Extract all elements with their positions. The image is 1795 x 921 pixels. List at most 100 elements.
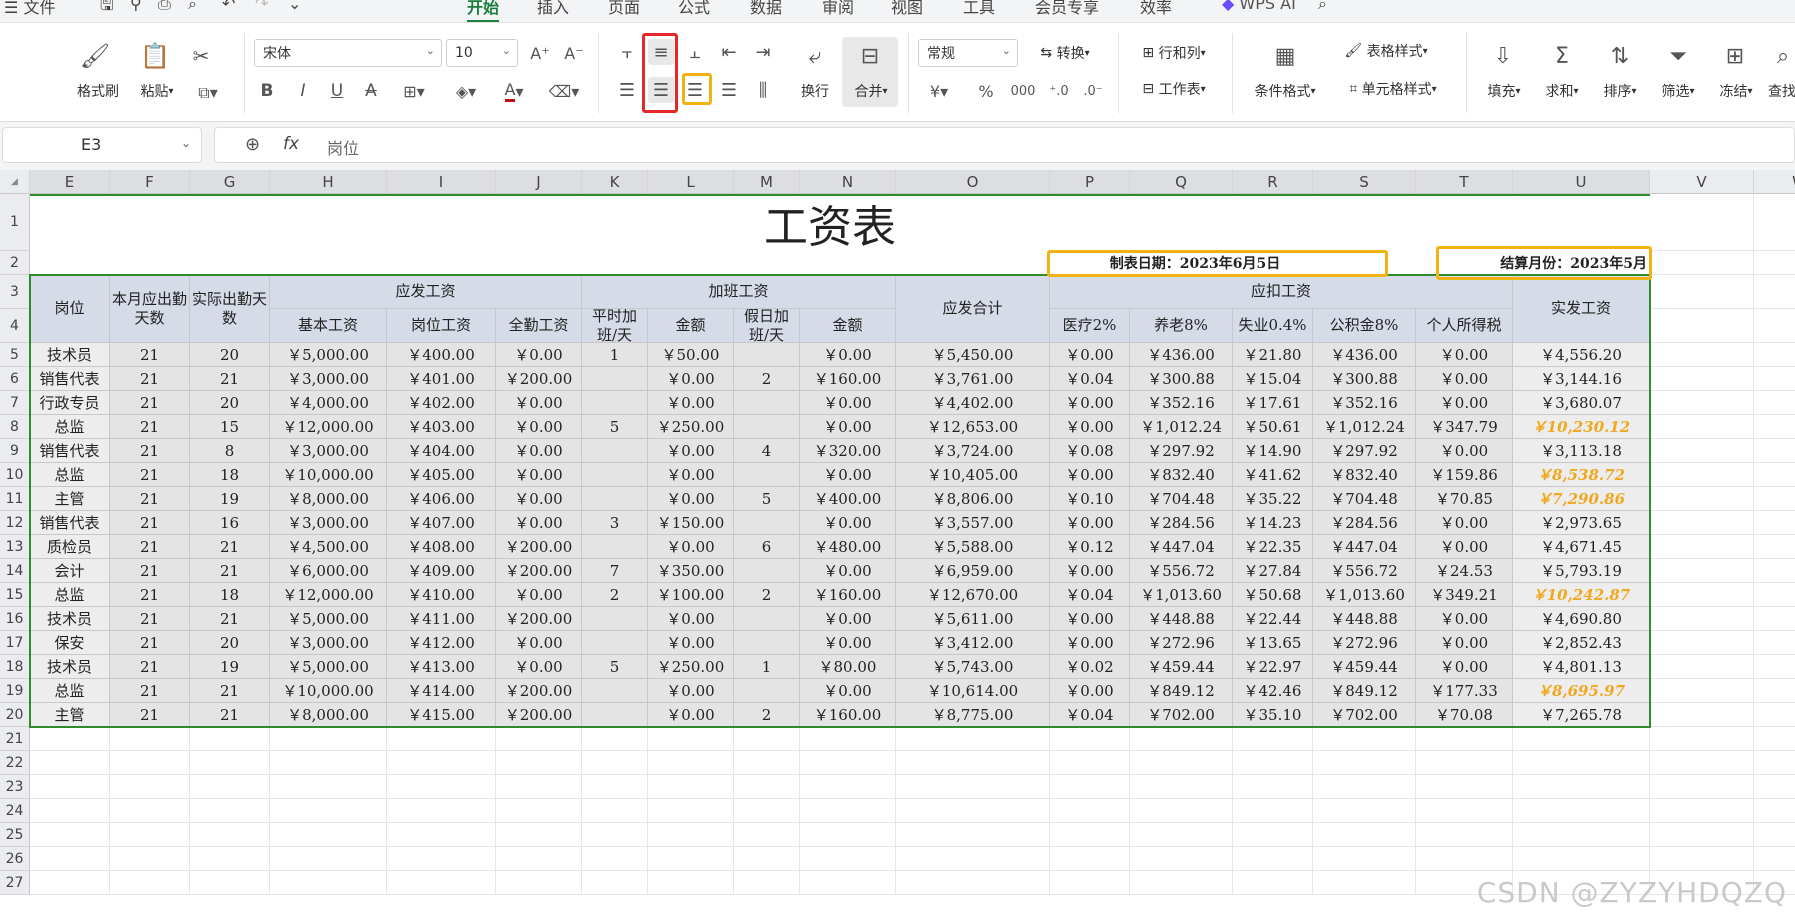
align-left-icon[interactable]: ☰: [614, 77, 640, 103]
grid-cell[interactable]: [582, 775, 648, 799]
table-cell[interactable]: ￥414.00: [387, 679, 496, 703]
fill-color-icon[interactable]: ◈▾: [448, 79, 484, 103]
table-cell[interactable]: ￥459.44: [1313, 655, 1416, 679]
font-size-select[interactable]: 10 ⌄: [446, 39, 518, 67]
table-cell[interactable]: ￥320.00: [800, 439, 896, 463]
header-housing[interactable]: 公积金8%: [1313, 309, 1416, 343]
table-cell[interactable]: ￥0.00: [1050, 631, 1130, 655]
table-cell[interactable]: ￥0.00: [496, 343, 582, 367]
header-amount-2[interactable]: 金额: [800, 309, 896, 343]
grid-cell[interactable]: [110, 775, 190, 799]
filter-icon[interactable]: ⏷: [1663, 41, 1693, 71]
grid-cell[interactable]: [270, 799, 387, 823]
grid-cell[interactable]: [270, 251, 387, 275]
grid-cell[interactable]: [582, 823, 648, 847]
table-cell[interactable]: [582, 703, 648, 727]
table-cell[interactable]: ￥2,852.43: [1513, 631, 1650, 655]
table-cell[interactable]: 20: [190, 391, 270, 415]
grid-cell[interactable]: [734, 751, 800, 775]
merge-button[interactable]: 合并 ▾: [846, 79, 896, 103]
grid-cell[interactable]: [1754, 535, 1795, 559]
table-cell[interactable]: [734, 607, 800, 631]
table-cell[interactable]: [582, 367, 648, 391]
row-header-20[interactable]: 20: [0, 703, 30, 727]
table-cell[interactable]: ￥8,538.72: [1513, 463, 1650, 487]
grid-cell[interactable]: [1754, 679, 1795, 703]
grid-cell[interactable]: [1050, 727, 1130, 751]
table-cell[interactable]: ￥22.97: [1233, 655, 1313, 679]
table-cell[interactable]: ￥401.00: [387, 367, 496, 391]
table-cell[interactable]: ￥404.00: [387, 439, 496, 463]
grid-cell[interactable]: [734, 799, 800, 823]
row-header-10[interactable]: 10: [0, 463, 30, 487]
table-cell[interactable]: ￥0.00: [648, 439, 734, 463]
table-cell[interactable]: ￥6,959.00: [896, 559, 1050, 583]
header-position[interactable]: 岗位: [30, 275, 110, 343]
wps-ai-button[interactable]: ◆ WPS AI: [1222, 0, 1296, 13]
grid-cell[interactable]: [1513, 775, 1650, 799]
sort-icon[interactable]: ⇅: [1605, 41, 1635, 71]
grid-cell[interactable]: [1233, 727, 1313, 751]
table-cell[interactable]: ￥0.00: [1050, 511, 1130, 535]
table-cell[interactable]: 6: [734, 535, 800, 559]
grid-cell[interactable]: [1754, 703, 1795, 727]
table-cell[interactable]: ￥0.00: [800, 343, 896, 367]
grid-cell[interactable]: [387, 871, 496, 895]
table-cell[interactable]: ￥1,013.60: [1130, 583, 1233, 607]
grid-cell[interactable]: [1050, 847, 1130, 871]
table-cell[interactable]: ￥406.00: [387, 487, 496, 511]
table-cell[interactable]: ￥0.00: [1416, 511, 1513, 535]
row-header-7[interactable]: 7: [0, 391, 30, 415]
table-cell[interactable]: ￥0.00: [648, 487, 734, 511]
grid-cell[interactable]: [648, 751, 734, 775]
grid-cell[interactable]: [1050, 799, 1130, 823]
table-cell[interactable]: ￥8,000.00: [270, 703, 387, 727]
print-icon[interactable]: ⎙: [158, 0, 171, 14]
table-cell[interactable]: ￥200.00: [496, 703, 582, 727]
table-cell[interactable]: 技术员: [30, 607, 110, 631]
grid-cell[interactable]: [1233, 823, 1313, 847]
table-cell[interactable]: ￥200.00: [496, 607, 582, 631]
table-cell[interactable]: 21: [110, 487, 190, 511]
table-cell[interactable]: ￥415.00: [387, 703, 496, 727]
grid-cell[interactable]: [1130, 775, 1233, 799]
table-cell[interactable]: ￥0.00: [1050, 343, 1130, 367]
table-cell[interactable]: ￥50.61: [1233, 415, 1313, 439]
table-cell[interactable]: ￥15.04: [1233, 367, 1313, 391]
grid-cell[interactable]: [387, 775, 496, 799]
table-cell[interactable]: ￥80.00: [800, 655, 896, 679]
table-cell[interactable]: ￥5,000.00: [270, 343, 387, 367]
column-header-i[interactable]: I: [387, 170, 496, 194]
table-cell[interactable]: ￥0.00: [496, 583, 582, 607]
table-cell[interactable]: 21: [110, 511, 190, 535]
table-cell[interactable]: [582, 679, 648, 703]
grid-cell[interactable]: [1650, 511, 1754, 535]
table-cell[interactable]: 21: [110, 559, 190, 583]
table-cell[interactable]: ￥0.00: [1050, 463, 1130, 487]
header-gross-total[interactable]: 应发合计: [896, 275, 1050, 343]
column-header-n[interactable]: N: [800, 170, 896, 194]
currency-icon[interactable]: ¥▾: [922, 79, 956, 103]
row-header-25[interactable]: 25: [0, 823, 30, 847]
table-cell[interactable]: ￥0.00: [1050, 391, 1130, 415]
grid-cell[interactable]: [1650, 559, 1754, 583]
grid-cell[interactable]: [110, 871, 190, 895]
grid-cell[interactable]: [110, 751, 190, 775]
align-top-icon[interactable]: ⫟: [614, 39, 640, 65]
grid-cell[interactable]: [190, 751, 270, 775]
table-cell[interactable]: 18: [190, 463, 270, 487]
table-cell[interactable]: ￥0.00: [496, 511, 582, 535]
table-cell[interactable]: ￥4,671.45: [1513, 535, 1650, 559]
grid-cell[interactable]: [30, 251, 110, 275]
table-cell[interactable]: ￥0.00: [1416, 631, 1513, 655]
freeze-button[interactable]: 冻结 ▾: [1712, 79, 1760, 103]
table-cell[interactable]: ￥849.12: [1313, 679, 1416, 703]
header-tax[interactable]: 个人所得税: [1416, 309, 1513, 343]
font-increase-icon[interactable]: A⁺: [528, 41, 552, 65]
table-cell[interactable]: 21: [110, 343, 190, 367]
grid-cell[interactable]: [734, 775, 800, 799]
table-cell[interactable]: ￥0.00: [800, 415, 896, 439]
grid-cell[interactable]: [1050, 775, 1130, 799]
underline-icon[interactable]: U: [326, 79, 348, 103]
grid-cell[interactable]: [1754, 775, 1795, 799]
